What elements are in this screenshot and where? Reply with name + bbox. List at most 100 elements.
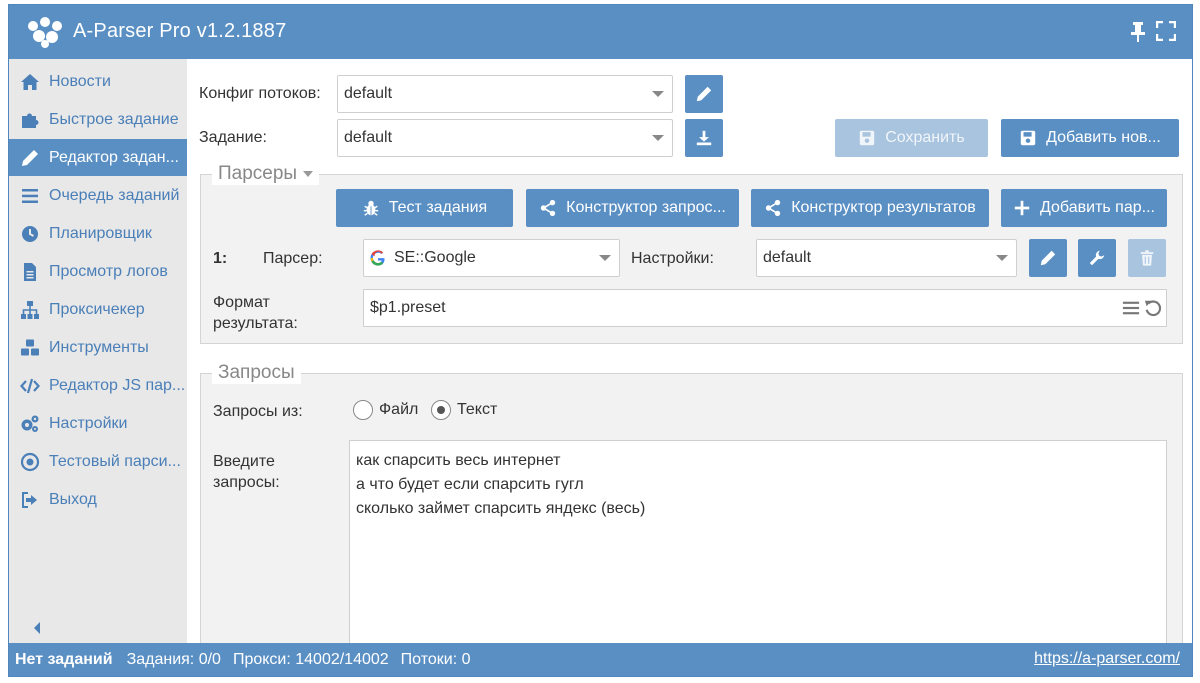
wrench-icon [1089,250,1105,266]
a-parser-logo-icon [28,17,62,48]
sidebar: Новости Быстрое задание Редактор задан..… [9,59,187,645]
result-format-input[interactable]: $p1.preset [363,289,1167,327]
result-format-label-line2: результата: [213,315,298,332]
chevron-down-icon [652,135,664,141]
parser-select[interactable]: SE::Google [363,239,620,277]
home-icon [19,72,41,92]
sidebar-item-logout[interactable]: Выход [9,481,187,518]
sidebar-item-label: Выход [49,490,97,508]
parser-label: Парсер: [263,250,323,267]
sidebar-item-label: Просмотр логов [49,262,168,280]
radio-circle [353,400,373,420]
clock-icon [19,224,41,244]
sidebar-item-quick-task[interactable]: Быстрое задание [9,101,187,138]
queries-from-file-radio[interactable]: Файл [353,400,418,420]
query-builder-label: Конструктор запрос... [566,199,726,216]
query-line: как спарсить весь интернет [356,452,561,469]
sign-out-icon [19,490,41,510]
collapse-sidebar-icon[interactable] [31,621,43,635]
threads-config-select[interactable]: default [337,75,673,113]
radio-circle-checked [431,400,451,420]
add-parser-label: Добавить пар... [1040,199,1155,216]
add-new-label: Добавить нов... [1046,129,1161,146]
sidebar-item-label: Очередь заданий [49,186,180,204]
pencil-icon [696,86,712,102]
test-task-button[interactable]: Тест задания [336,189,513,227]
queries-from-text-radio[interactable]: Текст [431,400,497,420]
chevron-down-icon [599,255,611,261]
puzzle-icon [19,110,41,130]
parser-value: SE::Google [394,249,476,266]
download-icon [696,130,712,146]
result-builder-label: Конструктор результатов [791,199,976,216]
sidebar-item-settings[interactable]: Настройки [9,405,187,442]
result-builder-button[interactable]: Конструктор результатов [751,189,989,227]
share-icon [540,199,556,217]
threads-config-label: Конфиг потоков: [199,85,321,102]
radio-label: Файл [379,401,419,418]
sidebar-item-task-editor[interactable]: Редактор задан... [9,139,187,176]
google-icon [370,250,385,266]
edit-threads-config-button[interactable] [685,75,723,113]
parser-row-index: 1: [213,250,228,267]
sidebar-item-scheduler[interactable]: Планировщик [9,215,187,252]
sidebar-item-log-viewer[interactable]: Просмотр логов [9,253,187,290]
undo-icon[interactable] [1144,299,1162,317]
trash-icon [1140,250,1154,266]
window-title: A-Parser Pro v1.2.1887 [73,20,287,42]
add-parser-button[interactable]: Добавить пар... [1001,189,1167,227]
parsers-legend[interactable]: Парсеры [212,163,320,185]
sidebar-item-tools[interactable]: Инструменты [9,329,187,366]
pencil-icon [1040,250,1056,266]
sidebar-item-label: Быстрое задание [49,110,179,128]
sitemap-icon [19,300,41,320]
bug-icon [363,200,378,216]
threads-config-value: default [344,85,393,102]
fullscreen-icon[interactable] [1156,21,1176,41]
query-line: а что будет если спарсить гугл [356,476,584,493]
status-bar: Нет заданий Задания: 0/0 Прокси: 14002/1… [9,643,1192,676]
result-format-value: $p1.preset [370,299,446,316]
task-select[interactable]: default [337,119,673,157]
result-format-label-line1: Формат [213,294,270,311]
sidebar-item-label: Планировщик [49,224,152,242]
chevron-down-icon [996,255,1008,261]
parsers-fieldset: Парсеры Тест задания Конструктор запрос.… [200,163,1183,344]
edit-parser-settings-button[interactable] [1029,239,1067,277]
sidebar-item-news[interactable]: Новости [9,63,187,100]
add-new-task-button[interactable]: Добавить нов... [1001,119,1179,157]
queries-textarea[interactable]: как спарсить весь интернет а что будет е… [349,440,1167,645]
pin-icon[interactable] [1128,21,1148,43]
test-task-label: Тест задания [388,199,488,216]
query-builder-button[interactable]: Конструктор запрос... [526,189,739,227]
website-link[interactable]: https://a-parser.com/ [1034,650,1180,668]
save-button[interactable]: Сохранить [835,119,988,157]
share-icon [766,199,781,217]
title-bar: A-Parser Pro v1.2.1887 [9,5,1192,59]
parser-settings-select[interactable]: default [756,239,1017,277]
floppy-icon [1020,130,1036,146]
task-editor: Конфиг потоков: default Задание: default… [187,59,1192,645]
list-icon[interactable] [1122,299,1140,317]
queries-enter-label-line1: Введите [213,453,275,470]
task-label: Задание: [199,129,267,146]
delete-parser-button[interactable] [1128,239,1166,277]
gears-icon [19,414,41,434]
sidebar-item-label: Тестовый парси... [49,452,181,470]
file-icon [19,262,41,282]
sidebar-item-proxy-checker[interactable]: Проксичекер [9,291,187,328]
task-value: default [344,129,393,146]
queries-from-label: Запросы из: [213,403,303,420]
sidebar-item-label: Инструменты [49,338,149,356]
sidebar-item-js-editor[interactable]: Редактор JS пар... [9,367,187,404]
queries-enter-label-line2: запросы: [213,474,280,491]
chevron-down-icon [652,91,664,97]
list-icon [19,186,41,206]
sidebar-item-task-queue[interactable]: Очередь заданий [9,177,187,214]
sidebar-item-label: Новости [49,72,111,90]
pencil-icon [19,148,41,168]
save-label: Сохранить [885,129,965,146]
sidebar-item-test-parser[interactable]: Тестовый парси... [9,443,187,480]
parser-options-button[interactable] [1078,239,1116,277]
load-task-button[interactable] [685,119,723,157]
